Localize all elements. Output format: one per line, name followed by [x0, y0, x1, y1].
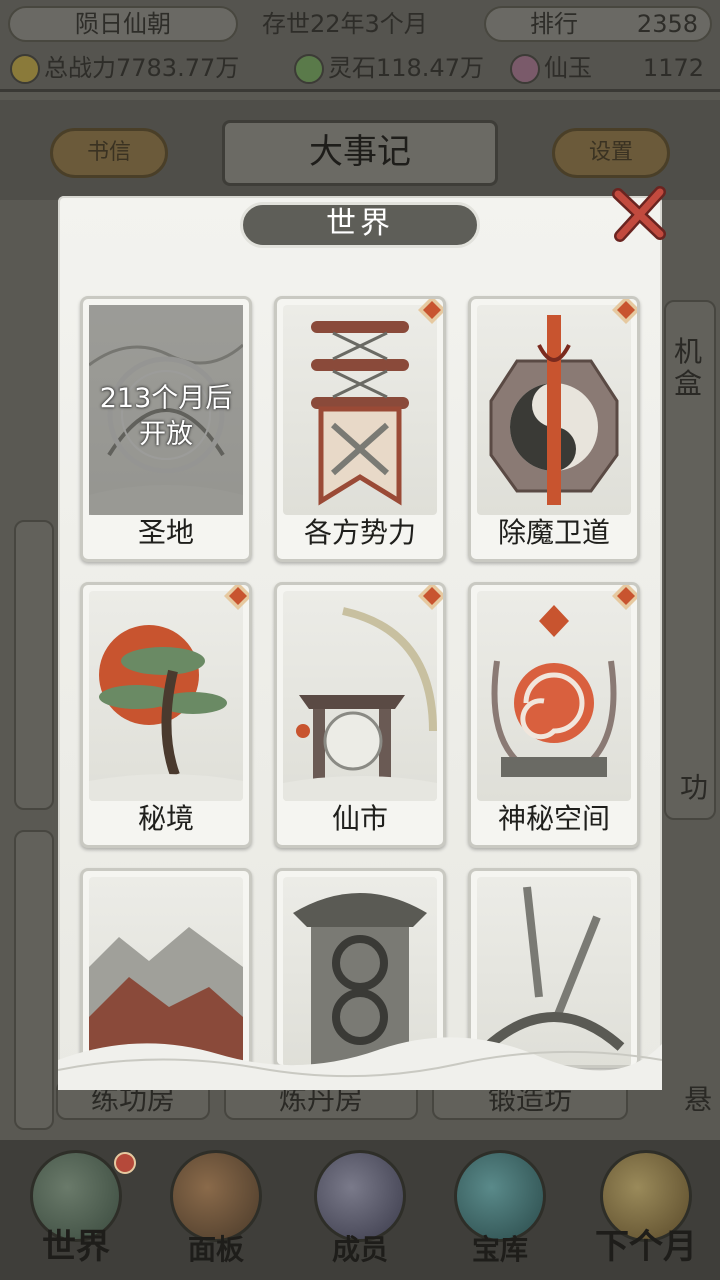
rank-label: 排行 [530, 10, 578, 38]
card-label: 秘境 [137, 802, 194, 835]
nav-treasury-label: 宝库 [471, 1233, 528, 1266]
mystery-space-art [477, 591, 631, 801]
power-value: 总战力7783.77万 [44, 54, 240, 82]
nav-world-label: 世界 [42, 1227, 110, 1267]
nav-members[interactable]: 成员 [290, 1150, 430, 1280]
power-stat: 总战力7783.77万 [10, 50, 239, 86]
dynasty-name: 陨日仙朝 [8, 6, 238, 42]
jade-stat: 仙玉 1172 [510, 50, 710, 86]
lock-text-line2: 开放 [139, 419, 193, 450]
mist-decoration [58, 1037, 662, 1090]
new-badge-icon [224, 585, 249, 610]
immortal-market-art [283, 591, 437, 801]
jade-label: 仙玉 [544, 54, 592, 82]
card-immortal-market[interactable]: 仙市 [274, 582, 446, 848]
new-badge-icon [418, 299, 443, 324]
bg-left-panel-2 [14, 830, 54, 1130]
nav-panel-label: 面板 [187, 1233, 244, 1266]
locked-overlay: 213个月后 开放 [89, 305, 243, 515]
demon-slaying-art [477, 305, 631, 515]
lock-text-line1: 213个月后 [99, 383, 233, 414]
chronicle-title: 大事记 [222, 120, 498, 186]
market-gate-illustration [283, 607, 437, 801]
rank-pill[interactable]: 排行 2358 [484, 6, 712, 42]
jade-value: 1172 [642, 54, 704, 82]
vortex-illustration [491, 605, 617, 777]
close-button[interactable] [608, 184, 670, 246]
close-icon [612, 186, 666, 242]
spirit-stone-stat: 灵石118.47万 [294, 50, 484, 86]
bg-left-panel [14, 520, 54, 810]
nav-next-month-label: 下个月 [595, 1227, 697, 1267]
spirit-stone-icon [294, 54, 324, 84]
nav-members-label: 成员 [331, 1233, 388, 1266]
rank-value: 2358 [636, 10, 698, 38]
card-label: 除魔卫道 [497, 516, 610, 549]
top-status-bar: 陨日仙朝 存世22年3个月 排行 2358 总战力7783.77万 灵石118.… [0, 0, 720, 92]
jade-icon [510, 54, 540, 84]
nav-world[interactable]: 世界 [6, 1150, 146, 1280]
lock-countdown: 213个月后 开放 [89, 381, 243, 453]
modal-title: 世界 [240, 202, 480, 248]
card-label: 神秘空间 [497, 802, 610, 835]
notification-dot [114, 1152, 136, 1174]
nav-panel[interactable]: 面板 [146, 1150, 286, 1280]
bg-side-text-4: 悬 [683, 1083, 712, 1116]
era-text: 存世22年3个月 [262, 10, 428, 38]
card-secret-realm[interactable]: 秘境 [80, 582, 252, 848]
bg-side-text-3: 功 [679, 771, 708, 804]
yin-yang-sword-illustration [489, 315, 619, 505]
card-label: 仙市 [331, 802, 388, 835]
factions-art [283, 305, 437, 515]
nav-treasury[interactable]: 宝库 [430, 1150, 570, 1280]
nav-next-month[interactable]: 下个月 [576, 1150, 716, 1280]
letters-button[interactable]: 书信 [50, 128, 168, 178]
card-demon-slaying[interactable]: 除魔卫道 [468, 296, 640, 562]
new-badge-icon [612, 299, 637, 324]
pine-tree-illustration [89, 625, 243, 801]
card-label: 各方势力 [303, 516, 416, 549]
card-label: 圣地 [137, 516, 194, 549]
card-holy-land[interactable]: 213个月后 开放 圣地 [80, 296, 252, 562]
secret-realm-art [89, 591, 243, 801]
new-badge-icon [612, 585, 637, 610]
settings-button[interactable]: 设置 [552, 128, 670, 178]
new-badge-icon [418, 585, 443, 610]
card-mystery-space[interactable]: 神秘空间 [468, 582, 640, 848]
bg-side-text-2: 盒 [673, 367, 702, 400]
spirit-stone-value: 灵石118.47万 [328, 54, 484, 82]
power-icon [10, 54, 40, 84]
card-factions[interactable]: 各方势力 [274, 296, 446, 562]
banner-swords-illustration [311, 321, 409, 506]
